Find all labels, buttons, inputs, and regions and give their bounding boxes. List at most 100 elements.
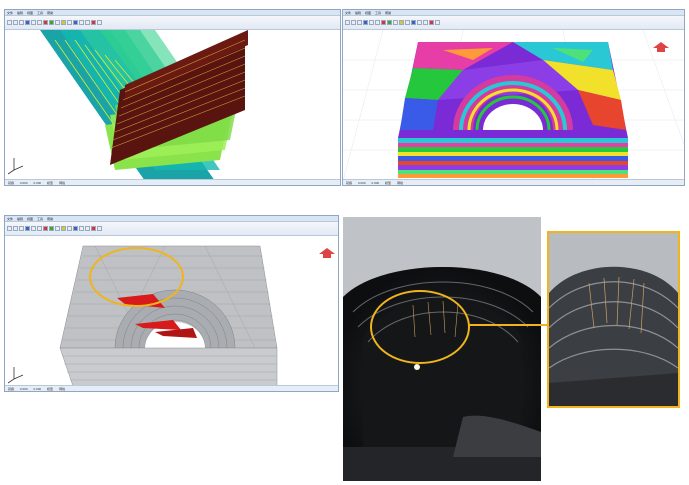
settings-icon[interactable]	[435, 20, 440, 25]
light-icon[interactable]	[61, 226, 66, 231]
menu-item-view[interactable]: 视图	[27, 11, 33, 15]
window-block-model-colored: 文件 编辑 视图 工具 帮助 就绪 0.000 0.000 模型 网格	[342, 9, 685, 186]
menu-item-file[interactable]: 文件	[345, 11, 351, 15]
block-icon[interactable]	[429, 20, 434, 25]
status-mesh: 网格	[397, 180, 404, 185]
toolbar	[343, 16, 684, 30]
menu-item-tools[interactable]: 工具	[37, 11, 43, 15]
zoom-in-icon[interactable]	[369, 20, 374, 25]
connector-line	[468, 324, 548, 326]
pan-icon[interactable]	[393, 20, 398, 25]
view-side-icon[interactable]	[85, 20, 90, 25]
open-file-icon[interactable]	[13, 20, 18, 25]
status-ready: 就绪	[8, 180, 15, 185]
block-front-face	[398, 138, 628, 178]
open-file-icon[interactable]	[351, 20, 356, 25]
rotate-icon[interactable]	[25, 226, 30, 231]
rotate-icon[interactable]	[363, 20, 368, 25]
menu-item-help[interactable]: 帮助	[47, 217, 53, 221]
settings-icon[interactable]	[97, 226, 102, 231]
highlight-ellipse-model	[89, 247, 184, 307]
status-ready: 就绪	[8, 386, 15, 391]
view-front-icon[interactable]	[73, 20, 78, 25]
menu-item-view[interactable]: 视图	[365, 11, 371, 15]
block-icon[interactable]	[91, 20, 96, 25]
status-bar: 就绪 0.000 0.000 模型 网格	[5, 385, 338, 391]
menu-item-edit[interactable]: 编辑	[17, 11, 23, 15]
status-ready: 就绪	[346, 180, 353, 185]
status-mesh: 网格	[59, 386, 66, 391]
block-front-face	[59, 347, 278, 385]
menu-item-help[interactable]: 帮助	[47, 11, 53, 15]
status-model: 模型	[47, 180, 54, 185]
light-icon[interactable]	[399, 20, 404, 25]
menu-item-file[interactable]: 文件	[7, 217, 13, 221]
view-top-icon[interactable]	[417, 20, 422, 25]
block-icon[interactable]	[91, 226, 96, 231]
status-y: 0.000	[371, 180, 380, 185]
new-file-icon[interactable]	[7, 20, 12, 25]
mesh-icon[interactable]	[387, 20, 392, 25]
fracture-plane-render	[7, 30, 248, 179]
zoom-out-icon[interactable]	[37, 226, 42, 231]
open-file-icon[interactable]	[13, 226, 18, 231]
new-file-icon[interactable]	[7, 226, 12, 231]
zoom-out-icon[interactable]	[375, 20, 380, 25]
status-x: 0.000	[358, 180, 366, 185]
view-side-icon[interactable]	[85, 226, 90, 231]
status-model: 模型	[47, 386, 54, 391]
compass-icon	[653, 42, 669, 52]
menu-item-view[interactable]: 视图	[27, 217, 33, 221]
menu-item-help[interactable]: 帮助	[385, 11, 391, 15]
view-side-icon[interactable]	[423, 20, 428, 25]
zoom-in-icon[interactable]	[31, 226, 36, 231]
settings-icon[interactable]	[97, 20, 102, 25]
pan-icon[interactable]	[55, 20, 60, 25]
select-icon[interactable]	[67, 226, 72, 231]
status-x: 0.000	[20, 386, 28, 391]
colored-block-render	[343, 30, 684, 179]
zoom-detail-drawing	[549, 233, 678, 406]
light-icon[interactable]	[61, 20, 66, 25]
save-icon[interactable]	[19, 226, 24, 231]
mesh-icon[interactable]	[49, 226, 54, 231]
select-icon[interactable]	[67, 20, 72, 25]
pan-icon[interactable]	[55, 226, 60, 231]
viewport-3d[interactable]	[5, 30, 340, 179]
highlight-ellipse-photo	[370, 290, 470, 364]
menu-item-file[interactable]: 文件	[7, 11, 13, 15]
select-icon[interactable]	[405, 20, 410, 25]
compass-icon	[319, 248, 335, 258]
status-bar: 就绪 0.000 0.000 模型 网格	[5, 179, 340, 185]
render-icon[interactable]	[43, 20, 48, 25]
save-icon[interactable]	[357, 20, 362, 25]
new-file-icon[interactable]	[345, 20, 350, 25]
rotate-icon[interactable]	[25, 20, 30, 25]
status-y: 0.000	[33, 386, 42, 391]
status-y: 0.000	[33, 180, 42, 185]
view-top-icon[interactable]	[79, 226, 84, 231]
window-block-model-gray: 文件 编辑 视图 工具 帮助 就绪 0.000 0.000 模型 网格	[4, 215, 339, 392]
zoom-in-icon[interactable]	[31, 20, 36, 25]
save-icon[interactable]	[19, 20, 24, 25]
status-mesh: 网格	[59, 180, 66, 185]
mesh-icon[interactable]	[49, 20, 54, 25]
view-top-icon[interactable]	[79, 20, 84, 25]
toolbar	[5, 16, 340, 30]
view-front-icon[interactable]	[73, 226, 78, 231]
menu-item-edit[interactable]: 编辑	[17, 217, 23, 221]
zoom-out-icon[interactable]	[37, 20, 42, 25]
viewport-3d[interactable]	[5, 236, 338, 385]
render-icon[interactable]	[43, 226, 48, 231]
toolbar	[5, 222, 338, 236]
menu-item-tools[interactable]: 工具	[37, 217, 43, 221]
menu-item-edit[interactable]: 编辑	[355, 11, 361, 15]
menu-item-tools[interactable]: 工具	[375, 11, 381, 15]
view-front-icon[interactable]	[411, 20, 416, 25]
render-icon[interactable]	[381, 20, 386, 25]
tunnel-photo	[343, 217, 541, 481]
window-discontinuity-sets: 文件 编辑 视图 工具 帮助 就绪 0.000 0.000 模型 网格	[4, 9, 341, 186]
status-model: 模型	[385, 180, 392, 185]
viewport-3d[interactable]	[343, 30, 684, 179]
status-x: 0.000	[20, 180, 28, 185]
